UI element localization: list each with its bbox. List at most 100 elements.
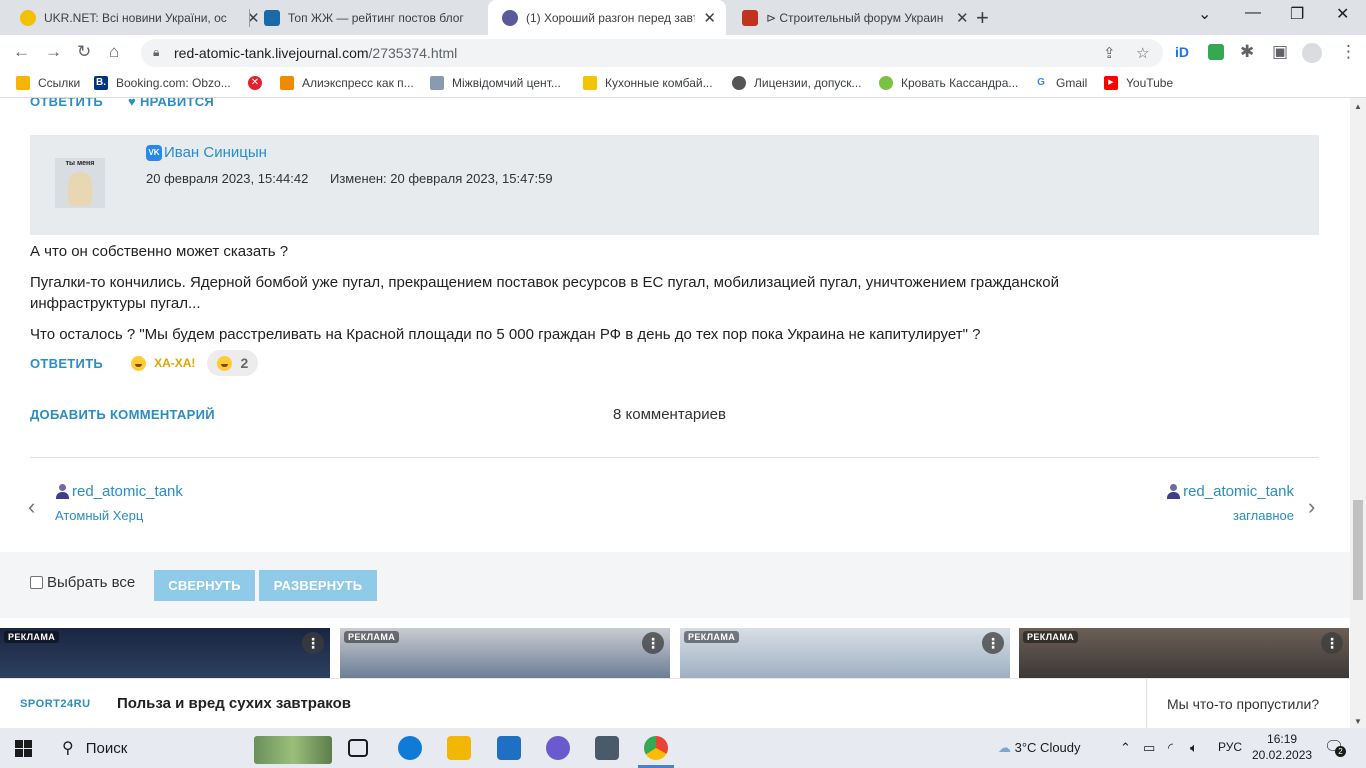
select-all-checkbox[interactable] — [30, 576, 43, 589]
tab-search-chevron-icon[interactable]: ⌄ — [1198, 4, 1211, 24]
tab-active-post[interactable]: (1) Хороший разгон перед завтр ✕ — [488, 0, 726, 35]
notification-center-icon[interactable]: 🗨︎ 2 — [1324, 737, 1346, 757]
chevron-right-icon[interactable]: › — [1308, 494, 1315, 520]
ad-card[interactable]: РЕКЛАМА ⋮ — [0, 628, 330, 678]
next-post-author[interactable]: red_atomic_tank — [1166, 483, 1294, 500]
next-post-title[interactable]: заглавное — [1166, 508, 1294, 523]
bookmark-youtube[interactable]: ▶ YouTube — [1104, 76, 1173, 90]
bookmark-gmail[interactable]: G Gmail — [1034, 76, 1087, 90]
chrome-icon[interactable] — [644, 736, 668, 760]
forward-arrow-icon[interactable]: → — [45, 42, 62, 62]
author-name: Иван Синицын — [164, 144, 267, 161]
weather-widget[interactable]: ☁ 3°C Cloudy — [998, 740, 1081, 756]
extension-green-icon[interactable] — [1208, 44, 1224, 60]
mail-icon[interactable] — [497, 736, 521, 760]
search-icon: ⚲ — [62, 740, 74, 757]
reload-icon[interactable]: ↻ — [77, 42, 91, 62]
bookmark-bed[interactable]: Кровать Кассандра... — [879, 76, 1018, 90]
reaction-count-pill[interactable]: 2 — [207, 350, 259, 376]
tab-title: Топ ЖЖ — рейтинг постов блог — [288, 10, 464, 25]
notification-count: 2 — [1335, 746, 1346, 757]
calculator-icon[interactable] — [595, 736, 619, 760]
ad-card[interactable]: РЕКЛАМА ⋮ — [680, 628, 1010, 678]
battery-icon[interactable]: ▭ — [1143, 740, 1155, 756]
bookmark-booking[interactable]: B. Booking.com: Obzo... — [94, 76, 231, 90]
next-post-nav[interactable]: red_atomic_tank заглавное — [1166, 483, 1294, 523]
input-language[interactable]: РУС — [1218, 740, 1242, 754]
aliexpress-box-icon — [280, 76, 294, 90]
add-comment-link[interactable]: ДОБАВИТЬ КОММЕНТАРИЙ — [30, 407, 215, 422]
posted-time[interactable]: 20 февраля 2023, 15:44:42 — [146, 171, 308, 186]
tab-build-forum[interactable]: ⊳ Строительный форум Украин ✕ — [728, 0, 979, 35]
share-icon[interactable]: ⇪ — [1103, 44, 1116, 62]
banner-source[interactable]: SPORT24RU — [20, 698, 91, 710]
address-bar[interactable]: 🔒︎ red-atomic-tank.livejournal.com/27353… — [141, 39, 1163, 67]
chevron-left-icon[interactable]: ‹ — [28, 494, 35, 520]
new-tab-plus-icon[interactable]: + — [976, 5, 989, 31]
browser-menu-icon[interactable]: ⋮ — [1340, 42, 1357, 62]
like-link-top[interactable]: ♥ НРАВИТСЯ — [128, 98, 214, 109]
bookmark-aliexpress[interactable]: Алиэкспресс как п... — [280, 76, 414, 90]
file-explorer-icon[interactable] — [447, 736, 471, 760]
task-view-icon[interactable] — [348, 739, 368, 757]
minimize-icon[interactable]: — — [1245, 4, 1261, 22]
scroll-down-arrow-icon[interactable]: ▼ — [1354, 717, 1362, 726]
url-text[interactable]: red-atomic-tank.livejournal.com/2735374.… — [174, 45, 457, 61]
comment-author[interactable]: VK Иван Синицын — [146, 144, 267, 161]
bookmark-folder-links[interactable]: Ссылки — [16, 76, 80, 90]
reply-link-top[interactable]: ОТВЕТИТЬ — [30, 98, 103, 109]
collapse-button[interactable]: СВЕРНУТЬ — [154, 570, 255, 601]
ad-menu-icon[interactable]: ⋮ — [302, 632, 324, 654]
system-clock[interactable]: 16:19 20.02.2023 — [1252, 731, 1312, 763]
tab-ukrnet[interactable]: UKR.NET: Всі новини України, ос ✕ — [6, 0, 270, 35]
profile-avatar-icon[interactable] — [1302, 43, 1322, 63]
haha-reaction-button[interactable]: ХА-ХА! — [131, 355, 195, 371]
bookmark-kitchen[interactable]: Кухонные комбай... — [583, 76, 713, 90]
windows-start-icon[interactable] — [15, 740, 32, 757]
feedback-link[interactable]: Мы что-то пропустили? — [1167, 696, 1319, 712]
avatar[interactable]: ты меня — [55, 158, 105, 208]
comments-controls-bar: Выбрать все СВЕРНУТЬ РАЗВЕРНУТЬ — [0, 552, 1350, 618]
folder-icon — [16, 76, 30, 90]
copilot-app-icon[interactable] — [546, 736, 570, 760]
previous-post-nav[interactable]: red_atomic_tank Атомный Херц — [55, 483, 183, 523]
previous-comment-actions: ОТВЕТИТЬ ♥ НРАВИТСЯ — [30, 98, 214, 109]
lock-icon[interactable]: 🔒︎ — [153, 45, 159, 60]
divider — [30, 457, 1319, 458]
taskbar-search[interactable]: ⚲ Поиск — [50, 728, 340, 768]
prev-post-author[interactable]: red_atomic_tank — [55, 483, 183, 500]
bookmark-red-x[interactable]: ✕ — [248, 76, 270, 90]
edge-icon[interactable] — [398, 736, 422, 760]
ad-menu-icon[interactable]: ⋮ — [642, 632, 664, 654]
select-all-control[interactable]: Выбрать все — [30, 574, 135, 591]
scroll-thumb[interactable] — [1353, 500, 1363, 600]
bookmark-mizhvidomchyi[interactable]: Міжвідомчий цент... — [430, 76, 561, 90]
page-scrollbar[interactable]: ▲ ▼ — [1350, 98, 1366, 728]
expand-button[interactable]: РАЗВЕРНУТЬ — [259, 570, 377, 601]
extensions-puzzle-icon[interactable]: ✱ — [1240, 42, 1254, 62]
side-panel-icon[interactable]: ▣ — [1272, 42, 1288, 62]
back-arrow-icon[interactable]: ← — [13, 42, 30, 62]
ad-card[interactable]: РЕКЛАМА ⋮ — [1019, 628, 1349, 678]
volume-icon[interactable]: 🔈︎ — [1190, 740, 1198, 756]
restore-icon[interactable]: ❐ — [1290, 4, 1304, 24]
heart-icon: ♥ — [128, 98, 140, 109]
close-icon[interactable]: ✕ — [703, 9, 716, 27]
recommendation-banner: SPORT24RU Польза и вред сухих завтраков … — [0, 678, 1350, 728]
tab-top-lj[interactable]: Топ ЖЖ — рейтинг постов блог ✕ — [250, 0, 514, 35]
close-icon[interactable]: ✕ — [956, 9, 969, 27]
extension-id-icon[interactable]: iD — [1175, 44, 1189, 60]
bookmark-star-icon[interactable]: ☆ — [1136, 44, 1149, 62]
home-icon[interactable]: ⌂ — [109, 42, 119, 62]
prev-post-title[interactable]: Атомный Херц — [55, 508, 183, 523]
ad-menu-icon[interactable]: ⋮ — [1321, 632, 1343, 654]
bookmark-licenses[interactable]: Лицензии, допуск... — [732, 76, 861, 90]
reply-button[interactable]: ОТВЕТИТЬ — [30, 356, 103, 371]
ad-card[interactable]: РЕКЛАМА ⋮ — [340, 628, 670, 678]
wifi-icon[interactable]: ◜ — [1168, 740, 1173, 756]
scroll-up-arrow-icon[interactable]: ▲ — [1354, 102, 1362, 111]
banner-headline[interactable]: Польза и вред сухих завтраков — [117, 695, 351, 712]
ad-menu-icon[interactable]: ⋮ — [982, 632, 1004, 654]
window-close-icon[interactable]: ✕ — [1336, 4, 1349, 24]
tray-chevron-icon[interactable]: ⌃ — [1120, 740, 1131, 756]
